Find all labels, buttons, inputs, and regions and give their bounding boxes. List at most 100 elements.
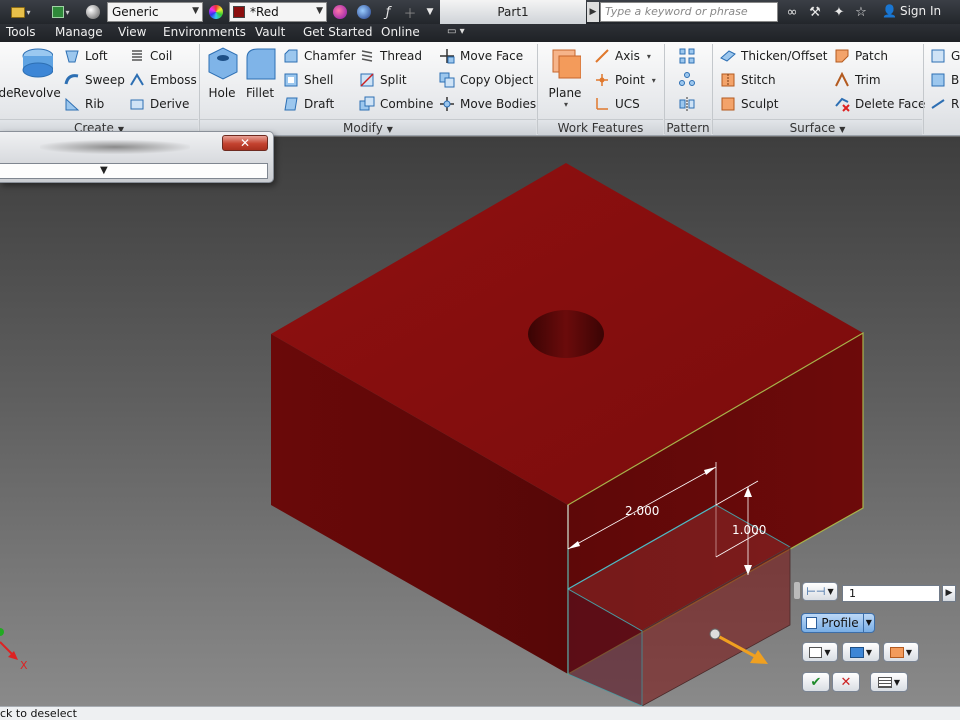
tab-view[interactable]: View xyxy=(118,25,146,39)
dialog-title-blur xyxy=(40,140,190,154)
cutoff-tool-r-button[interactable]: R xyxy=(930,96,959,112)
dimension-height-value[interactable]: 1.000 xyxy=(732,523,766,537)
clear-appearance-button[interactable] xyxy=(355,3,373,21)
copy-object-button[interactable]: Copy Object xyxy=(439,72,533,88)
chamfer-label: Chamfer xyxy=(304,49,356,63)
tools-button[interactable]: ⚒ xyxy=(806,3,824,21)
cancel-button[interactable]: ✕ xyxy=(832,672,860,692)
chevron-down-icon: ▼ xyxy=(316,6,323,16)
direction-button[interactable]: ▼ xyxy=(883,642,919,662)
revolve-button[interactable]: Revolve xyxy=(13,46,61,100)
point-button[interactable]: Point ▾ xyxy=(594,72,656,88)
hole-opening[interactable] xyxy=(528,310,604,358)
star-icon: ☆ xyxy=(855,4,867,20)
mini-toolbar-grip[interactable] xyxy=(794,582,800,599)
tab-vault[interactable]: Vault xyxy=(255,25,285,39)
split-button[interactable]: Split xyxy=(359,72,407,88)
binoculars-button[interactable]: ∞ xyxy=(783,3,801,21)
distance-mode-button[interactable]: ⊢⊣ ▼ xyxy=(802,582,838,601)
open-folder-button[interactable]: ▾ xyxy=(6,3,36,21)
appearance-select[interactable]: *Red ▼ xyxy=(229,2,327,22)
move-bodies-button[interactable]: Move Bodies xyxy=(439,96,536,112)
tab-manage[interactable]: Manage xyxy=(55,25,103,39)
trim-button[interactable]: Trim xyxy=(834,72,881,88)
loft-button[interactable]: Loft xyxy=(64,48,108,64)
cutoff-tool-b-button[interactable]: B xyxy=(930,72,959,88)
plane-button[interactable]: Plane ▾ xyxy=(546,46,584,109)
more-options-button[interactable]: ▼ xyxy=(870,672,908,692)
coil-button[interactable]: Coil xyxy=(129,48,172,64)
menu-bar: Tools Manage View Environments Vault Get… xyxy=(0,24,960,42)
boolean-operation-button[interactable]: ▼ xyxy=(842,642,880,662)
rectangular-pattern-button[interactable] xyxy=(679,48,695,64)
search-input[interactable]: Type a keyword or phrase xyxy=(600,2,778,22)
search-expand-button[interactable]: ▶ xyxy=(587,2,599,22)
profile-select-button[interactable]: Profile ▼ xyxy=(801,613,875,633)
distance-value-next-button[interactable]: ▶ xyxy=(942,585,956,602)
mirror-button[interactable] xyxy=(679,96,695,112)
plane-label: Plane xyxy=(548,86,582,100)
ucs-button[interactable]: UCS xyxy=(594,96,640,112)
appearance-palette-button[interactable] xyxy=(207,3,225,21)
appearance-value: *Red xyxy=(250,5,279,19)
move-face-button[interactable]: Move Face xyxy=(439,48,523,64)
patch-button[interactable]: Patch xyxy=(834,48,888,64)
thicken-offset-button[interactable]: Thicken/Offset xyxy=(720,48,827,64)
graphics-viewport[interactable]: 2.000 1.000 X ⊢⊣ ▼ 1 ▶ Profile ▼ ▼ ▼ ▼ ✔… xyxy=(0,137,960,706)
add-button[interactable]: ＋ xyxy=(401,3,419,22)
dialog-combo-box[interactable]: ▼ xyxy=(0,163,268,179)
hole-label: Hole xyxy=(208,86,236,100)
hole-icon xyxy=(208,47,238,80)
extrude-drag-handle[interactable] xyxy=(709,628,721,640)
derive-button[interactable]: Derive xyxy=(129,96,189,112)
tab-online[interactable]: Online xyxy=(381,25,420,39)
sign-in-button[interactable]: 👤 Sign In xyxy=(882,4,941,18)
emboss-button[interactable]: Emboss xyxy=(129,72,197,88)
tab-tools[interactable]: Tools xyxy=(6,25,36,39)
options-list-icon xyxy=(877,676,892,688)
panel-title-pattern[interactable]: Pattern xyxy=(665,119,711,135)
favorites-button[interactable]: ☆ xyxy=(852,3,870,21)
tab-environments[interactable]: Environments xyxy=(163,25,246,39)
circular-pattern-button[interactable] xyxy=(679,72,695,88)
chevron-right-icon: ▶ xyxy=(589,7,597,17)
dimension-width-value[interactable]: 2.000 xyxy=(625,504,659,518)
sculpt-button[interactable]: Sculpt xyxy=(720,96,778,112)
cutoff-tool-g-button[interactable]: G xyxy=(930,48,960,64)
select-mode-button[interactable]: ▾ xyxy=(46,3,76,21)
adjust-appearance-button[interactable] xyxy=(331,3,349,21)
shell-button[interactable]: Shell xyxy=(283,72,333,88)
panel-title-surface[interactable]: Surface ▼ xyxy=(713,119,922,135)
stitch-button[interactable]: Stitch xyxy=(720,72,776,88)
material-select[interactable]: Generic ▼ xyxy=(107,2,203,22)
thicken-offset-label: Thicken/Offset xyxy=(741,49,828,63)
parameters-button[interactable]: ƒ xyxy=(379,3,397,21)
qat-customize-button[interactable]: ▼ xyxy=(423,3,437,21)
function-fx-icon: ƒ xyxy=(385,4,391,20)
chevron-right-icon: ▶ xyxy=(945,588,953,598)
sweep-button[interactable]: Sweep xyxy=(64,72,125,88)
thread-button[interactable]: Thread xyxy=(359,48,422,64)
fillet-button[interactable]: Fillet xyxy=(242,46,278,100)
ribbon-display-toggle[interactable]: ▭ ▾ xyxy=(447,26,475,40)
connect-button[interactable]: ✦ xyxy=(830,3,848,21)
floating-dialog[interactable]: ✕ ▼ xyxy=(0,131,274,183)
ok-button[interactable]: ✔ xyxy=(802,672,830,692)
dialog-close-button[interactable]: ✕ xyxy=(222,135,268,151)
combine-button[interactable]: Combine xyxy=(359,96,433,112)
output-type-button[interactable]: ▼ xyxy=(802,642,838,662)
tab-get-started[interactable]: Get Started xyxy=(303,25,373,39)
axis-button[interactable]: Axis ▾ xyxy=(594,48,651,64)
draft-button[interactable]: Draft xyxy=(283,96,334,112)
extrude-button[interactable]: de xyxy=(0,46,14,100)
chamfer-button[interactable]: Chamfer xyxy=(283,48,356,64)
chevron-down-icon: ▼ xyxy=(824,647,831,657)
coil-icon xyxy=(132,50,142,61)
hole-button[interactable]: Hole xyxy=(204,46,240,100)
delete-face-button[interactable]: Delete Face xyxy=(834,96,925,112)
material-sphere-button[interactable] xyxy=(84,3,102,21)
rib-button[interactable]: Rib xyxy=(64,96,104,112)
extrude-direction-arrowhead[interactable] xyxy=(750,650,768,664)
panel-title-work-features[interactable]: Work Features xyxy=(538,119,663,135)
distance-value-input[interactable]: 1 xyxy=(842,585,940,602)
